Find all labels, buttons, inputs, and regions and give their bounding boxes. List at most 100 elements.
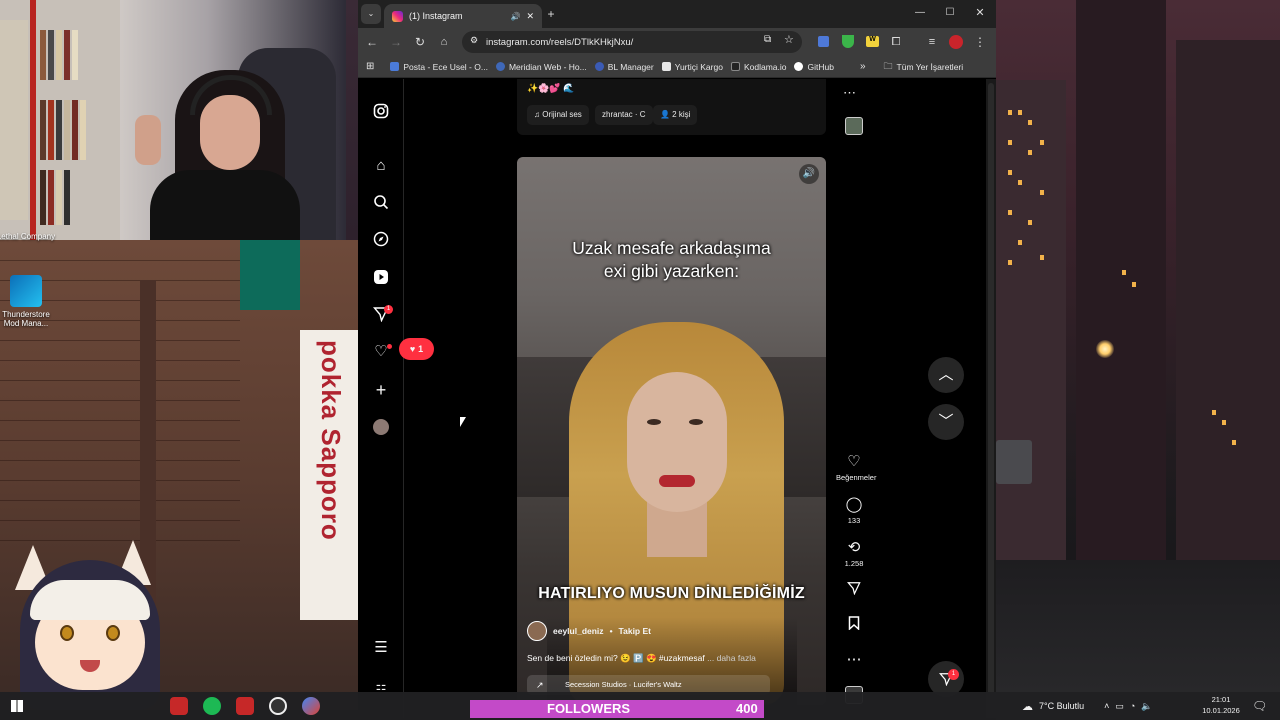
tab-instagram[interactable]: (1) Instagram 🔊 ✕	[384, 4, 542, 28]
tab-audio-icon[interactable]: 🔊	[510, 12, 520, 21]
tab-search-button[interactable]: ⌄	[361, 4, 381, 24]
network-icon[interactable]: ▭	[1115, 701, 1124, 712]
maximize-button[interactable]: ☐	[940, 3, 960, 23]
volume-tray-icon[interactable]: 🔈	[1141, 701, 1152, 712]
new-tab-button[interactable]: +	[541, 4, 561, 24]
followers-count: 400	[736, 701, 758, 716]
bookmark-meridian[interactable]: Meridian Web - Ho...	[495, 62, 587, 72]
video-eye-right	[689, 419, 703, 425]
forward-button[interactable]: →	[386, 32, 406, 52]
folder-icon: 🗀	[883, 60, 893, 71]
reload-button[interactable]: ↻	[410, 32, 430, 52]
save-button[interactable]	[836, 616, 872, 637]
next-reel-button[interactable]: ﹀	[928, 404, 964, 440]
minimize-button[interactable]: —	[910, 3, 930, 23]
author-avatar[interactable]	[527, 621, 547, 641]
home-button[interactable]: ⌂	[434, 32, 454, 52]
reel-overlay-text: Uzak mesafe arkadaşıma exi gibi yazarken…	[517, 237, 826, 283]
reel-subtitle: HATIRLIYO MUSUN DİNLEDİĞİMİZ	[538, 585, 805, 602]
github-icon	[794, 62, 804, 71]
all-bookmarks-folder[interactable]: 🗀 Tüm Yer İşaretleri	[884, 59, 964, 75]
profile-avatar[interactable]	[949, 35, 963, 49]
repost-icon: ⟲	[847, 539, 861, 556]
install-app-icon[interactable]: ⧉	[764, 34, 771, 45]
bookmark-github[interactable]: GitHub	[794, 62, 834, 72]
overlay-line-1: Uzak mesafe arkadaşıma	[572, 238, 771, 258]
notification-popup[interactable]: ♥ 1	[399, 338, 434, 360]
prev-audio-thumbnail[interactable]	[845, 117, 863, 135]
repost-button[interactable]: ⟲ 1.258	[836, 539, 872, 568]
profile-avatar[interactable]	[373, 419, 389, 435]
more-options-button[interactable]: ⋯	[836, 651, 872, 671]
bl-manager-icon	[594, 62, 604, 71]
more-menu-icon[interactable]: ☰	[372, 639, 390, 657]
bookmark-kodlama[interactable]: Kodlama.io	[730, 62, 786, 72]
weather-icon[interactable]: ☁	[1022, 700, 1033, 713]
extension-w-icon[interactable]: W	[866, 36, 879, 47]
site-info-icon[interactable]: ⚙	[470, 35, 478, 46]
close-button[interactable]: ✕	[970, 3, 990, 23]
author-username[interactable]: eeylul_deniz	[553, 626, 604, 636]
tab-close-icon[interactable]: ✕	[526, 11, 534, 22]
apps-grid-icon[interactable]: ⊞	[366, 61, 374, 72]
bookmark-posta[interactable]: Posta - Ece Usel - O...	[390, 62, 488, 72]
browser-window: ⌄ (1) Instagram 🔊 ✕ + — ☐ ✕ ← → ↻ ⌂ ⚙ in…	[358, 0, 996, 718]
follow-button[interactable]: Takip Et	[619, 626, 651, 636]
obs-icon[interactable]	[269, 697, 287, 715]
address-bar[interactable]: ⚙ instagram.com/reels/DTlkKHkjNxu/ ⧉ ☆	[462, 31, 802, 53]
comment-icon: ◯	[845, 496, 863, 513]
clock[interactable]: 21:01 10.01.2026	[1196, 694, 1246, 716]
prev-more-options-icon[interactable]: ⋯	[843, 85, 856, 101]
browser-menu-icon[interactable]: ⋮	[970, 32, 990, 52]
previous-reel-button[interactable]: ︿	[928, 357, 964, 393]
media-control-icon[interactable]: ≡	[922, 32, 942, 52]
scrollbar-thumb[interactable]	[988, 83, 994, 713]
like-button[interactable]: ♡ Beğenmeler	[836, 453, 876, 482]
tagged-people-chip[interactable]: 👤 2 kişi	[653, 105, 698, 125]
volume-icon[interactable]: 🔊	[799, 164, 819, 184]
windows-start-icon[interactable]	[11, 700, 23, 712]
extensions-puzzle-icon[interactable]: ⧠	[886, 32, 906, 52]
reel-video[interactable]: Uzak mesafe arkadaşıma exi gibi yazarken…	[517, 157, 826, 705]
home-icon[interactable]: ⌂	[372, 157, 390, 175]
clock-date: 10.01.2026	[1202, 706, 1240, 715]
caption-more-link[interactable]: ... daha fazla	[707, 653, 756, 663]
city-wallpaper	[996, 0, 1280, 720]
explore-icon[interactable]	[372, 231, 390, 249]
weather-text[interactable]: 7°C Bulutlu	[1039, 701, 1084, 711]
bookmark-bl-manager[interactable]: BL Manager	[594, 62, 654, 72]
back-button[interactable]: ←	[362, 32, 382, 52]
spotify-icon[interactable]	[203, 697, 221, 715]
original-audio-chip[interactable]: ♫ Orijinal ses	[527, 105, 589, 125]
video-eye-left	[647, 419, 661, 425]
notification-center-icon[interactable]: 🗨	[1252, 699, 1267, 713]
wifi-icon[interactable]: ◔	[1130, 701, 1135, 711]
ig-sidebar: ⌂ 1 ♡ + ☰ ⚏	[358, 79, 404, 718]
tray-chevron-icon[interactable]: ˄	[1104, 701, 1109, 711]
music-title: Secession Studios · Lucifer's Waltz	[565, 680, 682, 689]
taskbar-app-icon[interactable]	[170, 697, 188, 715]
audio-author-chip[interactable]: zhrantac · C	[595, 105, 653, 125]
bookmark-yurtici[interactable]: Yurtiçi Kargo	[661, 61, 723, 72]
adblock-shield-icon[interactable]	[842, 35, 854, 48]
share-button[interactable]	[836, 581, 872, 602]
instagram-logo-icon[interactable]	[372, 103, 390, 121]
search-icon[interactable]	[372, 194, 390, 212]
taskbar-app-icon[interactable]	[236, 697, 254, 715]
mouse-cursor	[460, 417, 466, 427]
previous-reel-caption: ✨🌸💕 🌊	[527, 83, 575, 93]
create-icon[interactable]: +	[372, 381, 390, 399]
comment-button[interactable]: ◯ 133	[836, 496, 872, 525]
chrome-icon[interactable]	[302, 697, 320, 715]
desktop-icon-thunderstore[interactable]: Thunderstore Mod Mana...	[0, 275, 56, 328]
pokka-sign-text: pokka Sapporo	[316, 340, 346, 541]
reel-caption[interactable]: Sen de beni özledin mi? 😉 🅿️ 😍 #uzakmesa…	[527, 653, 756, 664]
bookmark-label: Yurtiçi Kargo	[674, 61, 723, 72]
bookshelf	[0, 0, 120, 240]
desktop-icon-lethal-company[interactable]: Lethal Company	[0, 232, 56, 241]
extension-icon[interactable]	[818, 36, 829, 47]
reel-author-row: eeylul_deniz • Takip Et	[527, 621, 651, 641]
bookmark-star-icon[interactable]: ☆	[784, 33, 794, 46]
bookmarks-overflow-button[interactable]: »	[860, 61, 866, 72]
reels-icon[interactable]	[372, 269, 390, 287]
